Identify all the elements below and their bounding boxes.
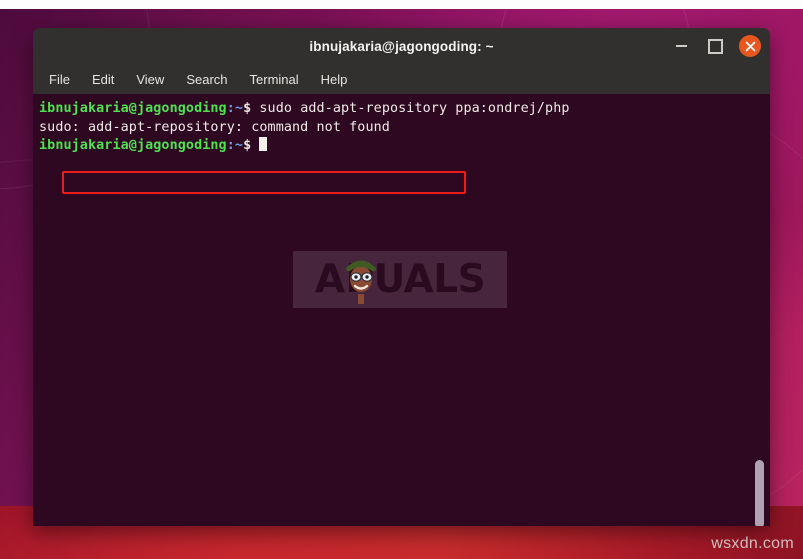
prompt-symbol: $ — [243, 138, 252, 154]
menu-item-help[interactable]: Help — [321, 72, 348, 87]
prompt-user: ibnujakaria@jagongoding — [39, 101, 227, 116]
terminal-window[interactable]: ibnujakaria@jagongoding: ~ File Edit Vie… — [33, 28, 770, 526]
menu-item-edit[interactable]: Edit — [92, 72, 114, 87]
menu-item-view[interactable]: View — [136, 72, 164, 87]
minimize-icon[interactable] — [671, 36, 691, 56]
terminal-line-prompt: ibnujakaria@jagongoding:~$ — [39, 137, 770, 156]
prompt-spacer — [251, 138, 259, 153]
menu-bar[interactable]: File Edit View Search Terminal Help — [33, 64, 770, 94]
prompt-path: :~ — [226, 138, 244, 154]
terminal-cursor — [259, 137, 268, 152]
window-controls — [671, 28, 761, 64]
desktop-background: ibnujakaria@jagongoding: ~ File Edit Vie… — [0, 0, 803, 559]
window-titlebar[interactable]: ibnujakaria@jagongoding: ~ — [33, 28, 770, 64]
menu-item-terminal[interactable]: Terminal — [250, 72, 299, 87]
maximize-icon[interactable] — [705, 36, 725, 56]
close-icon[interactable] — [739, 35, 761, 57]
window-title: ibnujakaria@jagongoding: ~ — [309, 38, 494, 54]
annotation-rectangle — [62, 171, 466, 194]
terminal-line-command: ibnujakaria@jagongoding:~$ sudo add-apt-… — [39, 100, 770, 119]
terminal-line-error: sudo: add-apt-repository: command not fo… — [39, 119, 770, 138]
terminal-output-area[interactable]: ibnujakaria@jagongoding:~$ sudo add-apt-… — [33, 94, 770, 526]
menu-item-search[interactable]: Search — [186, 72, 227, 87]
error-output-text: sudo: add-apt-repository: command not fo… — [39, 119, 390, 135]
menu-item-file[interactable]: File — [49, 72, 70, 87]
prompt-symbol: $ — [243, 101, 252, 116]
prompt-user: ibnujakaria@jagongoding — [39, 138, 227, 154]
prompt-path: :~ — [226, 101, 244, 116]
command-text: sudo add-apt-repository ppa:ondrej/php — [251, 101, 570, 116]
terminal-scrollbar[interactable] — [755, 460, 764, 526]
